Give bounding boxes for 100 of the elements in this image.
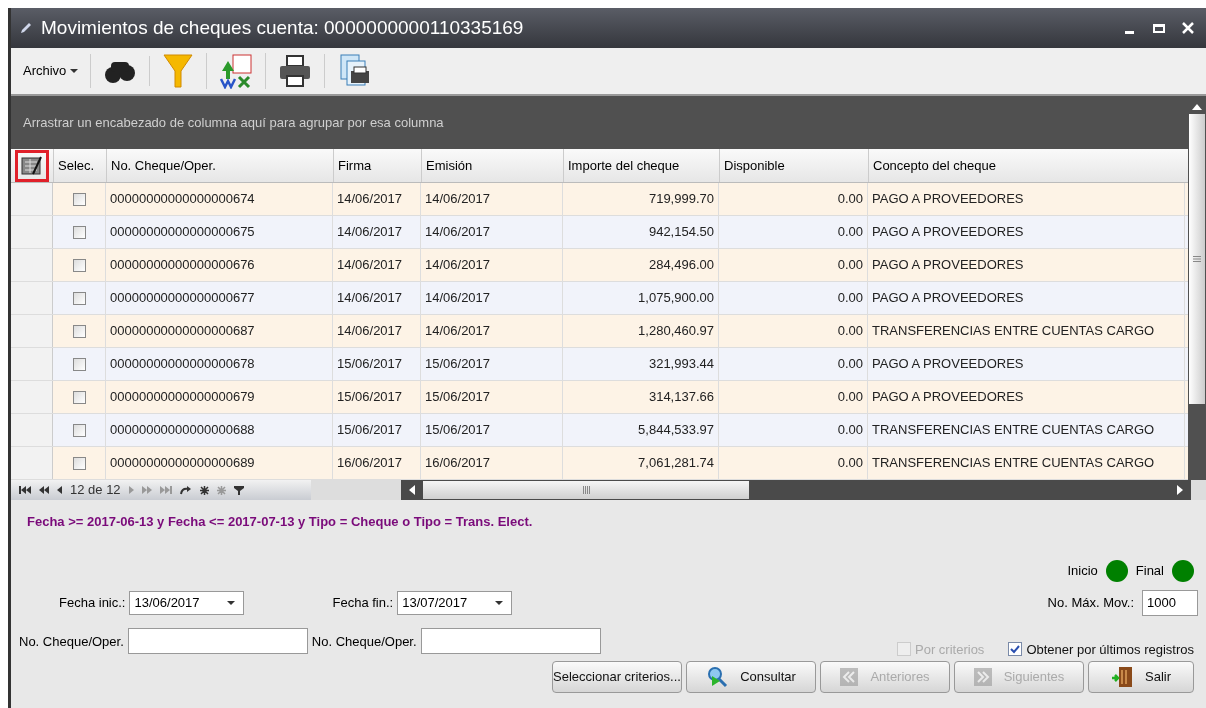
cheque-number-field[interactable]: [127, 628, 308, 655]
previous-record-icon[interactable]: [57, 486, 62, 494]
asterisk-icon[interactable]: [199, 485, 209, 495]
field-label: No. Cheque/Oper.: [19, 632, 124, 651]
table-cell-text: 15/06/2017: [337, 388, 403, 407]
scroll-right-icon[interactable]: [1177, 485, 1183, 495]
redo-arrow-icon[interactable]: [179, 485, 192, 495]
table-cell-text: 00000000000000000674: [110, 190, 255, 209]
checkbox-option[interactable]: Obtener por últimos registros: [1008, 639, 1194, 659]
table-cell-text: PAGO A PROVEEDORES: [872, 355, 1024, 374]
magnifier-icon: [706, 666, 729, 688]
table-cell-text: 16/06/2017: [337, 454, 403, 473]
table-cell-text: 14/06/2017: [337, 256, 403, 275]
table-cell-text: 719,999.70: [648, 190, 714, 209]
cheque-number-field[interactable]: [420, 628, 601, 655]
row-checkbox[interactable]: [72, 258, 86, 272]
last-record-icon[interactable]: [159, 486, 172, 494]
table-cell-text: 14/06/2017: [337, 223, 403, 242]
table-cell-text: 00000000000000000676: [110, 256, 255, 275]
row-checkbox[interactable]: [72, 324, 86, 338]
table-cell-text: 14/06/2017: [425, 223, 491, 242]
column-header[interactable]: Disponible: [719, 149, 868, 182]
table-cell-text: 16/06/2017: [425, 454, 491, 473]
filter-icon[interactable]: [233, 485, 244, 495]
column-chooser-button[interactable]: [15, 149, 49, 182]
table-cell-text: TRANSFERENCIAS ENTRE CUENTAS CARGO: [872, 454, 1155, 473]
field-label: No. Máx. Mov.:: [1047, 593, 1134, 612]
close-icon[interactable]: [1182, 22, 1194, 34]
table-cell-text: 00000000000000000675: [110, 223, 255, 242]
column-header[interactable]: Importe del cheque: [563, 149, 719, 182]
table-cell-text: 321,993.44: [648, 355, 714, 374]
table-cell-text: TRANSFERENCIAS ENTRE CUENTAS CARGO: [872, 421, 1155, 440]
next-record-icon[interactable]: [128, 486, 134, 494]
table-cell-text: 0.00: [837, 223, 863, 242]
print-preview-icon[interactable]: [337, 53, 372, 89]
row-checkbox[interactable]: [72, 357, 86, 371]
row-checkbox[interactable]: [72, 390, 86, 404]
table-cell-text: 0.00: [837, 322, 863, 341]
table-cell-text: 0.00: [837, 388, 863, 407]
table-cell-text: 0.00: [837, 421, 863, 440]
table-cell-text: 0.00: [837, 190, 863, 209]
row-checkbox[interactable]: [72, 192, 86, 206]
table-cell-text: 00000000000000000689: [110, 454, 255, 473]
caret-icon: [70, 69, 79, 73]
row-checkbox[interactable]: [72, 456, 86, 470]
door-icon: [1111, 666, 1133, 688]
filter-summary: Fecha >= 2017-06-13 y Fecha <= 2017-07-13 y Tipo = Cheque o Tipo = Trans. Elect.: [27, 513, 534, 531]
table-cell-text: 0.00: [837, 289, 863, 308]
table-cell-text: 00000000000000000677: [110, 289, 255, 308]
table-cell-text: 0.00: [837, 256, 863, 275]
table-cell-text: 15/06/2017: [425, 355, 491, 374]
table-cell-text: PAGO A PROVEEDORES: [872, 223, 1024, 242]
pencil-icon: [19, 21, 33, 35]
scroll-up-icon[interactable]: [1192, 104, 1202, 110]
first-record-icon[interactable]: [19, 486, 31, 494]
vertical-scrollbar[interactable]: [1188, 96, 1206, 480]
printer-icon[interactable]: [278, 54, 313, 88]
table-cell-text: 314,137.66: [648, 388, 714, 407]
table-cell-text: 15/06/2017: [337, 421, 403, 440]
table-cell-text: 0.00: [837, 355, 863, 374]
action-button[interactable]: Seleccionar criterios...: [552, 661, 682, 693]
date-field[interactable]: 13/06/2017: [129, 590, 245, 615]
table-cell-text: 942,154.50: [648, 223, 714, 242]
archivo-menu[interactable]: Archivo: [15, 54, 92, 88]
window-title: Movimientos de cheques cuenta: 0000000000110335169: [41, 15, 524, 40]
table-cell-text: 14/06/2017: [425, 289, 491, 308]
double-left-icon: [840, 668, 859, 686]
grid-edit-icon: [21, 155, 43, 176]
export-icon[interactable]: [219, 53, 254, 89]
field-label: Fecha fin.:: [332, 593, 394, 612]
table-cell-text: 14/06/2017: [425, 256, 491, 275]
action-button[interactable]: Consultar: [686, 661, 816, 693]
date-field[interactable]: 13/07/2017: [397, 590, 513, 615]
table-cell-text: 00000000000000000679: [110, 388, 255, 407]
column-header[interactable]: No. Cheque/Oper.: [106, 149, 333, 182]
row-checkbox[interactable]: [72, 291, 86, 305]
table-cell-text: PAGO A PROVEEDORES: [872, 256, 1024, 275]
table-cell-text: 14/06/2017: [425, 190, 491, 209]
column-header[interactable]: Concepto del cheque: [868, 149, 1185, 182]
row-checkbox[interactable]: [72, 225, 86, 239]
funnel-icon[interactable]: [162, 53, 195, 89]
next-page-icon[interactable]: [141, 486, 152, 494]
indicator-label: Inicio: [1067, 561, 1098, 580]
action-button[interactable]: Salir: [1088, 661, 1194, 693]
checkmark-icon: [1010, 644, 1021, 654]
field-label: Fecha inic.:: [59, 593, 126, 612]
previous-page-icon[interactable]: [39, 486, 49, 494]
scroll-left-icon[interactable]: [409, 485, 415, 495]
column-header[interactable]: Selec.: [53, 149, 106, 182]
indicator-label: Final: [1135, 561, 1164, 580]
row-checkbox[interactable]: [72, 423, 86, 437]
table-cell-text: PAGO A PROVEEDORES: [872, 388, 1024, 407]
caret-icon: [227, 600, 236, 605]
max-movements-field[interactable]: 1000: [1142, 589, 1198, 616]
table-cell-text: 5,844,533.97: [638, 421, 714, 440]
table-cell-text: 15/06/2017: [425, 388, 491, 407]
table-cell-text: 00000000000000000688: [110, 421, 255, 440]
column-header[interactable]: Emisión: [421, 149, 563, 182]
column-header[interactable]: Firma: [333, 149, 421, 182]
horizontal-scrollbar[interactable]: [401, 480, 1191, 500]
